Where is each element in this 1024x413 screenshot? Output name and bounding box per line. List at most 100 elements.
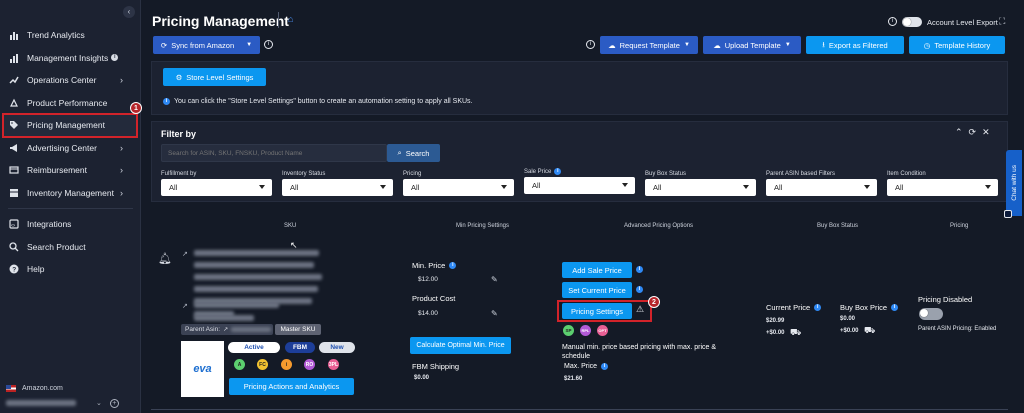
external-link-icon: ↗ (223, 327, 229, 333)
add-sale-price-button[interactable]: Add Sale Price (562, 262, 632, 278)
store-settings-hint: i You can click the "Store Level Setting… (163, 98, 473, 105)
filter-label-inventory-status: Inventory Status (282, 171, 326, 177)
bell-icon[interactable]: 🔔︎ (158, 252, 172, 265)
sidebar-item-advertising-center[interactable]: Advertising Center › (0, 137, 141, 160)
bar-chart-icon (9, 30, 19, 41)
info-icon[interactable]: i (891, 304, 899, 311)
sync-icon: ⟳ (160, 40, 168, 50)
sidebar-item-help[interactable]: ? Help (0, 258, 141, 281)
filter-label-sale-price-wrap: Sale Price i (524, 168, 562, 175)
product-cost-label: Product Cost (412, 294, 456, 303)
sidebar-item-operations-center[interactable]: Operations Center › (0, 69, 141, 92)
sidebar-item-trend-analytics[interactable]: Trend Analytics (0, 24, 141, 47)
trend-icon (9, 75, 19, 85)
collapse-sidebar-button[interactable]: ‹ (123, 6, 135, 18)
product-image[interactable]: eva (181, 341, 224, 397)
inventory-status-select[interactable]: All (282, 179, 393, 196)
info-icon[interactable]: i (554, 168, 562, 175)
filter-label-sale-price: Sale Price (524, 168, 552, 175)
store-level-settings-button[interactable]: ⚙ Store Level Settings (163, 68, 266, 86)
sidebar-item-reimbursement[interactable]: Reimbursement › (0, 159, 141, 182)
sidebar-item-label: Management Insights (27, 52, 109, 63)
history-icon: ◷ (923, 40, 931, 50)
chat-icon[interactable] (1004, 210, 1012, 218)
master-sku-tag[interactable]: Master SKU (275, 324, 321, 335)
status-circle-i[interactable]: i (281, 359, 292, 370)
insights-icon (9, 53, 19, 63)
account-level-export-toggle[interactable] (902, 17, 922, 27)
sidebar-item-search-product[interactable]: Search Product (0, 236, 141, 259)
info-icon[interactable]: i (264, 40, 273, 49)
calculate-optimal-min-price-button[interactable]: Calculate Optimal Min. Price (410, 337, 511, 354)
buy-box-shipping-value: +$0.00 (840, 328, 859, 334)
parent-asin-filter-select[interactable]: All (766, 179, 877, 196)
info-icon[interactable]: i (601, 363, 609, 370)
upload-template-button[interactable]: ☁ Upload Template ▼ (703, 36, 801, 54)
status-circle-a[interactable]: A (234, 359, 245, 370)
request-template-button[interactable]: ☁ Request Template ▼ (600, 36, 698, 54)
sync-from-amazon-button[interactable]: ⟳ Sync from Amazon ▼ (153, 36, 260, 54)
product-icon (9, 98, 19, 108)
external-link-icon[interactable]: ↗ (182, 302, 188, 310)
redacted-parent-asin (231, 327, 272, 332)
svg-text:?: ? (12, 267, 16, 274)
expand-icon[interactable]: ⛶ (999, 16, 1005, 27)
info-icon[interactable]: i (888, 17, 897, 26)
min-price-value: $12.00 (418, 276, 438, 283)
info-icon[interactable]: i (636, 266, 643, 273)
info-icon[interactable]: i (586, 40, 595, 49)
status-circle-ro[interactable]: RO (304, 359, 315, 370)
refresh-icon[interactable]: ⟳ (969, 127, 983, 137)
edit-icon[interactable]: ✎ (491, 309, 498, 318)
external-link-icon[interactable]: ↗ (182, 250, 188, 258)
sidebar-item-pricing-management[interactable]: Pricing Management (2, 113, 138, 138)
sidebar-item-management-insights[interactable]: Management Insights i (0, 47, 141, 70)
add-account-icon[interactable]: + (109, 398, 119, 408)
fulfillment-select[interactable]: All (161, 179, 272, 196)
home-icon[interactable]: ⌂ (288, 14, 293, 24)
info-icon[interactable]: i (636, 286, 643, 293)
template-history-button[interactable]: ◷ Template History (909, 36, 1005, 54)
status-circle-fc[interactable]: FC (257, 359, 268, 370)
sidebar-item-label: Integrations (27, 219, 72, 230)
sidebar-item-inventory-management[interactable]: Inventory Management › (0, 182, 141, 205)
sidebar-item-label: Search Product (27, 241, 86, 252)
close-icon[interactable]: ✕ (982, 127, 996, 137)
info-icon[interactable]: i (814, 304, 822, 311)
marketplace-selector[interactable]: Amazon.com (0, 380, 141, 396)
chevron-right-icon: › (120, 75, 123, 86)
sidebar-item-product-performance[interactable]: Product Performance (0, 92, 141, 115)
sidebar-item-label: Reimbursement (27, 165, 87, 176)
filter-label-buy-box-status: Buy Box Status (645, 171, 687, 177)
info-icon[interactable]: i (449, 262, 457, 269)
account-selector[interactable]: ⌄ + (0, 396, 141, 410)
sidebar-item-label: Trend Analytics (27, 30, 85, 41)
cloud-upload-icon: ☁ (713, 40, 721, 50)
pricing-toggle[interactable] (919, 308, 943, 320)
info-icon[interactable]: i (111, 54, 119, 62)
title-divider (278, 12, 279, 28)
sidebar-divider (8, 208, 133, 209)
integrations-icon: ‹› (9, 219, 19, 229)
buy-box-status-select[interactable]: All (645, 179, 756, 196)
chevron-up-icon[interactable]: ⌃ (955, 127, 969, 137)
marketplace-label: Amazon.com (22, 384, 63, 392)
step-badge-1: 1 (130, 102, 142, 114)
sidebar-item-integrations[interactable]: ‹› Integrations (0, 213, 141, 236)
col-header-sku: SKU (284, 223, 297, 229)
pricing-select[interactable]: All (403, 179, 514, 196)
chevron-right-icon: › (120, 187, 123, 198)
export-as-filtered-button[interactable]: ⭳ Export as Filtered (806, 36, 904, 54)
search-button[interactable]: ⌕ Search (387, 144, 440, 162)
status-circle-3pl[interactable]: 3PL (328, 359, 339, 370)
current-price-value: $20.99 (766, 318, 785, 324)
set-current-price-button[interactable]: Set Current Price (562, 282, 632, 298)
filter-label-parent-asin: Parent ASIN based Filters (766, 171, 836, 177)
chat-with-us-tab[interactable]: Chat with us (1006, 150, 1022, 216)
search-input[interactable] (161, 144, 387, 162)
pricing-actions-analytics-button[interactable]: Pricing Actions and Analytics (229, 378, 354, 395)
sale-price-select[interactable]: All (524, 177, 635, 194)
edit-icon[interactable]: ✎ (491, 275, 498, 284)
parent-asin-tag[interactable]: Parent Asin: ↗ (181, 324, 273, 335)
item-condition-select[interactable]: All (887, 179, 998, 196)
